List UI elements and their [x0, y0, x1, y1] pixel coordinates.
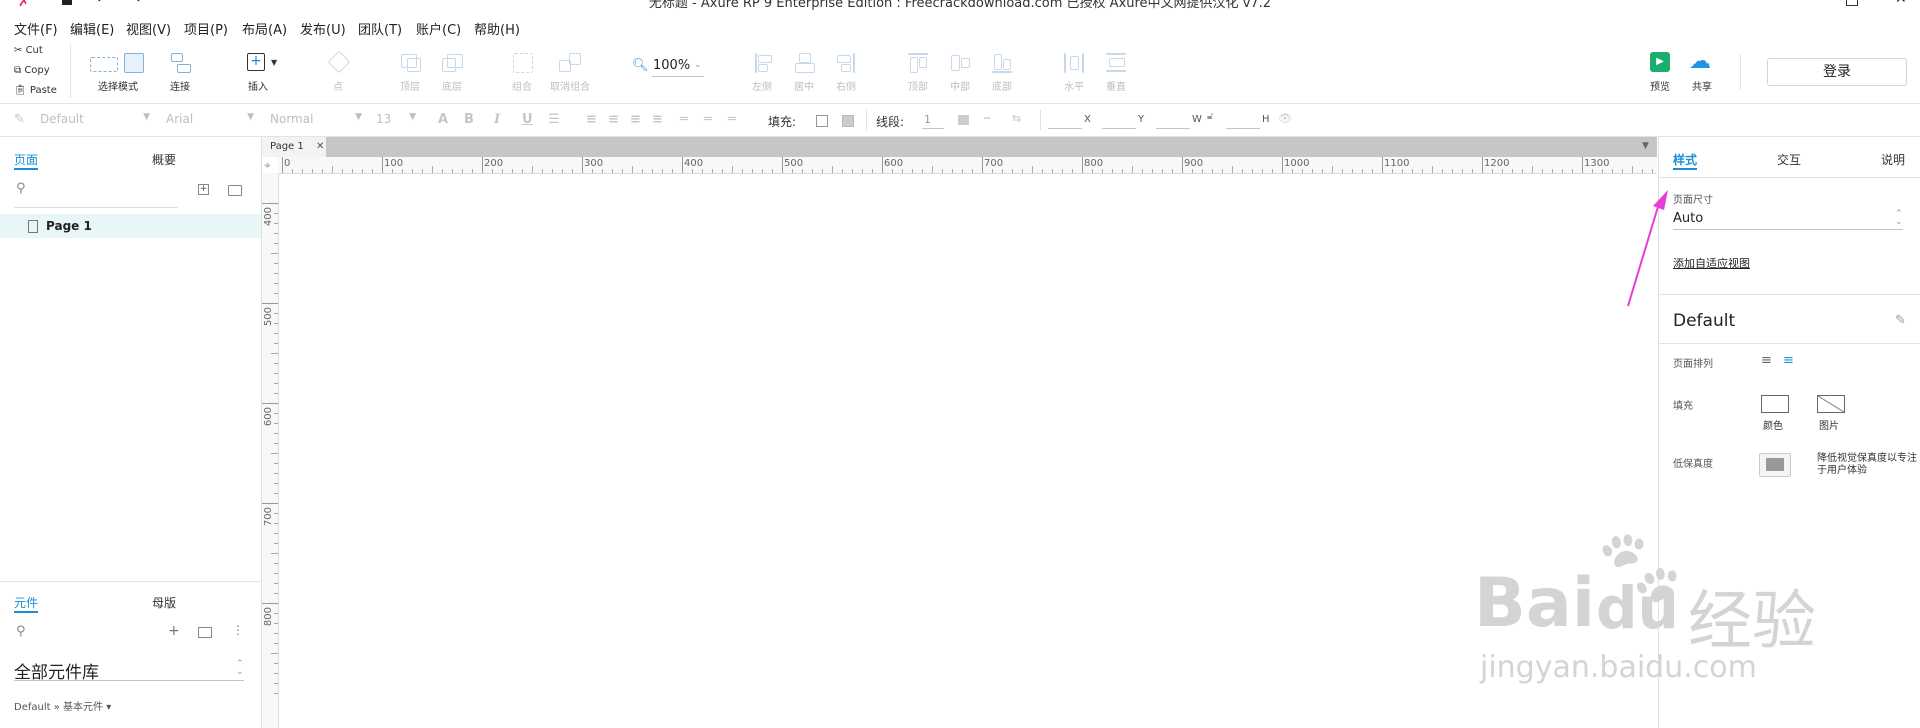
watermark-cn: 经验 — [1688, 585, 1816, 659]
baidu-watermark: Bai 🐾︎ du 经验 jingyan.baidu.com — [1472, 520, 1912, 720]
watermark-brand-2: du — [1596, 574, 1679, 642]
watermark-url: jingyan.baidu.com — [1480, 650, 1757, 685]
watermark-brand: Bai — [1474, 564, 1596, 643]
